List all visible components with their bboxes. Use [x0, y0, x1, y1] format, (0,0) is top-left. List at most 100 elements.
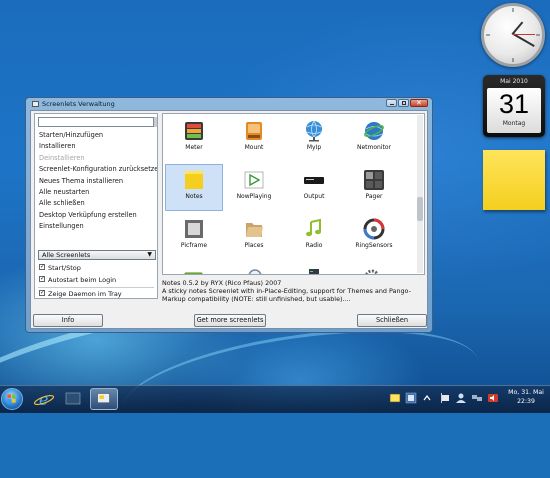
window-app-icon — [32, 101, 39, 107]
info-button[interactable]: Info — [33, 314, 103, 327]
menu-item-reset-config[interactable]: Screenlet-Konfiguration zurücksetzen — [35, 164, 157, 175]
screenlet-myip[interactable]: MyIp — [286, 116, 342, 161]
window-title: Screenlets Verwaltung — [42, 100, 115, 108]
screenlet-label: NowPlaying — [236, 193, 272, 200]
clock-second-hand — [513, 34, 535, 35]
screenlet-output[interactable]: Output — [286, 165, 342, 210]
screenlet-notes[interactable]: Notes — [165, 164, 223, 211]
sticky-note-screenlet[interactable] — [483, 150, 545, 210]
menu-item-install-theme[interactable]: Neues Thema installieren — [35, 176, 157, 187]
screenlet-nowplaying[interactable]: NowPlaying — [226, 165, 282, 210]
checkbox-label: Start/Stop — [48, 264, 81, 272]
magnifier-icon — [248, 269, 262, 274]
checkbox-autostart[interactable]: ✓ Autostart beim Login — [39, 275, 116, 285]
user-icon[interactable] — [455, 392, 467, 404]
window-titlebar[interactable]: Screenlets Verwaltung ✕ — [26, 98, 432, 109]
screenlet-label: MyIp — [306, 144, 322, 151]
checkmark-icon: ✓ — [40, 289, 46, 296]
svg-text:e: e — [39, 390, 48, 409]
tray-app-icon[interactable] — [405, 392, 417, 404]
search-scrollbar[interactable] — [154, 117, 157, 127]
screenlet-meter[interactable]: Meter — [166, 116, 222, 161]
divider — [38, 287, 154, 288]
checkbox-start-stop[interactable]: ✓ Start/Stop — [39, 263, 81, 273]
screenlet-label: Notes — [185, 193, 203, 200]
actions-menu: Starten/Hinzufügen Installieren Deinstal… — [35, 130, 157, 233]
screenlet-filter-select[interactable]: Alle Screenlets ▼ — [38, 250, 156, 260]
clock-tick — [486, 34, 490, 36]
screenlet-places[interactable]: Places — [226, 214, 282, 259]
grid-scrollbar[interactable] — [417, 115, 423, 273]
minimize-button[interactable] — [386, 99, 397, 107]
internet-explorer-icon: e — [33, 390, 55, 409]
window-app-icon — [65, 392, 81, 405]
checkbox-box[interactable]: ✓ — [39, 275, 45, 282]
screenlet-search[interactable] — [226, 263, 282, 274]
checkbox-show-daemon[interactable]: ✓ Zeige Daemon im Tray — [39, 289, 122, 299]
screenlet-ringsensors[interactable]: RingSensors — [346, 214, 402, 259]
taskbar: e Mo, 31. Mai 22:39 — [0, 385, 550, 413]
clock-tick — [512, 58, 514, 62]
checkbox-box[interactable]: ✓ — [39, 263, 46, 270]
screenlet-label: Pager — [365, 193, 383, 200]
grid-scrollbar-thumb[interactable] — [417, 197, 423, 221]
minimize-icon — [390, 104, 394, 105]
network-icon[interactable] — [471, 392, 483, 404]
screenlet-radio[interactable]: Radio — [286, 214, 342, 259]
screenlets-tray-icon[interactable] — [389, 392, 401, 404]
sticky-note-icon — [185, 171, 203, 189]
speaker-icon[interactable] — [487, 392, 499, 404]
search-input[interactable] — [38, 117, 154, 127]
menu-item-restart-all[interactable]: Alle neustarten — [35, 187, 157, 198]
checkbox-box[interactable]: ✓ — [39, 289, 46, 296]
taskbar-internet-explorer[interactable]: e — [30, 388, 58, 410]
taskbar-app-window[interactable] — [59, 388, 87, 410]
start-button[interactable] — [1, 388, 23, 410]
dropdown-arrow-icon: ▼ — [147, 251, 152, 258]
close-button[interactable]: Schließen — [357, 314, 427, 327]
screenlet-label: Picframe — [180, 242, 208, 249]
music-note-icon — [306, 218, 321, 237]
play-icon — [244, 171, 264, 189]
screenlet-battery[interactable] — [166, 263, 222, 274]
close-window-button[interactable]: ✕ — [410, 99, 428, 107]
flag-icon[interactable] — [439, 392, 451, 404]
menu-item-install[interactable]: Installieren — [35, 141, 157, 152]
calendar-gadget[interactable]: Mai 2010 31 Montag — [483, 75, 545, 137]
screenlet-label: Radio — [305, 242, 323, 249]
close-icon: ✕ — [416, 99, 422, 107]
screenlet-label: Mount — [244, 144, 264, 151]
menu-item-uninstall: Deinstallieren — [39, 153, 85, 162]
battery-icon — [184, 272, 203, 274]
clock-gadget[interactable] — [481, 3, 545, 67]
screenlet-label: Meter — [185, 144, 203, 151]
checkmark-icon: ✓ — [40, 263, 46, 270]
server-stack-icon — [309, 269, 319, 274]
menu-item-start-add[interactable]: Starten/Hinzufügen — [35, 130, 157, 141]
screenlet-gears[interactable] — [346, 263, 402, 274]
maximize-button[interactable] — [398, 99, 409, 107]
screenlet-netmonitor[interactable]: Netmonitor — [346, 116, 402, 161]
screenlet-picframe[interactable]: Picframe — [166, 214, 222, 259]
screenlet-mount[interactable]: Mount — [226, 116, 282, 161]
show-hidden-icons-icon[interactable] — [421, 392, 433, 404]
taskbar-clock[interactable]: Mo, 31. Mai 22:39 — [504, 389, 548, 406]
ring-sensors-icon — [363, 218, 385, 240]
window-client-area: Starten/Hinzufügen Installieren Deinstal… — [30, 110, 428, 329]
screenlet-label: Places — [244, 242, 264, 249]
clock-tick — [536, 34, 540, 36]
screenlets-manager-window: Screenlets Verwaltung ✕ Starten/Hinzufüg… — [25, 97, 433, 333]
menu-item-close-all[interactable]: Alle schließen — [35, 198, 157, 209]
folder-icon — [246, 223, 263, 237]
screenlet-sysmonitor[interactable] — [286, 263, 342, 274]
get-more-screenlets-button[interactable]: Get more screenlets — [194, 314, 266, 327]
actions-panel: Starten/Hinzufügen Installieren Deinstal… — [34, 113, 158, 299]
menu-item-settings[interactable]: Einstellungen — [35, 221, 157, 232]
filter-select-value: Alle Screenlets — [42, 251, 91, 259]
menu-item-desktop-shortcut[interactable]: Desktop Verküpfung erstellen — [35, 210, 157, 221]
taskbar-screenlets-manager[interactable] — [90, 388, 118, 410]
windows-logo-icon — [7, 394, 16, 403]
screenlet-pager[interactable]: Pager — [346, 165, 402, 210]
description-line: Notes 0.5.2 by RYX (Rico Pfaus) 2007 — [162, 279, 282, 287]
meter-icon — [185, 122, 203, 140]
